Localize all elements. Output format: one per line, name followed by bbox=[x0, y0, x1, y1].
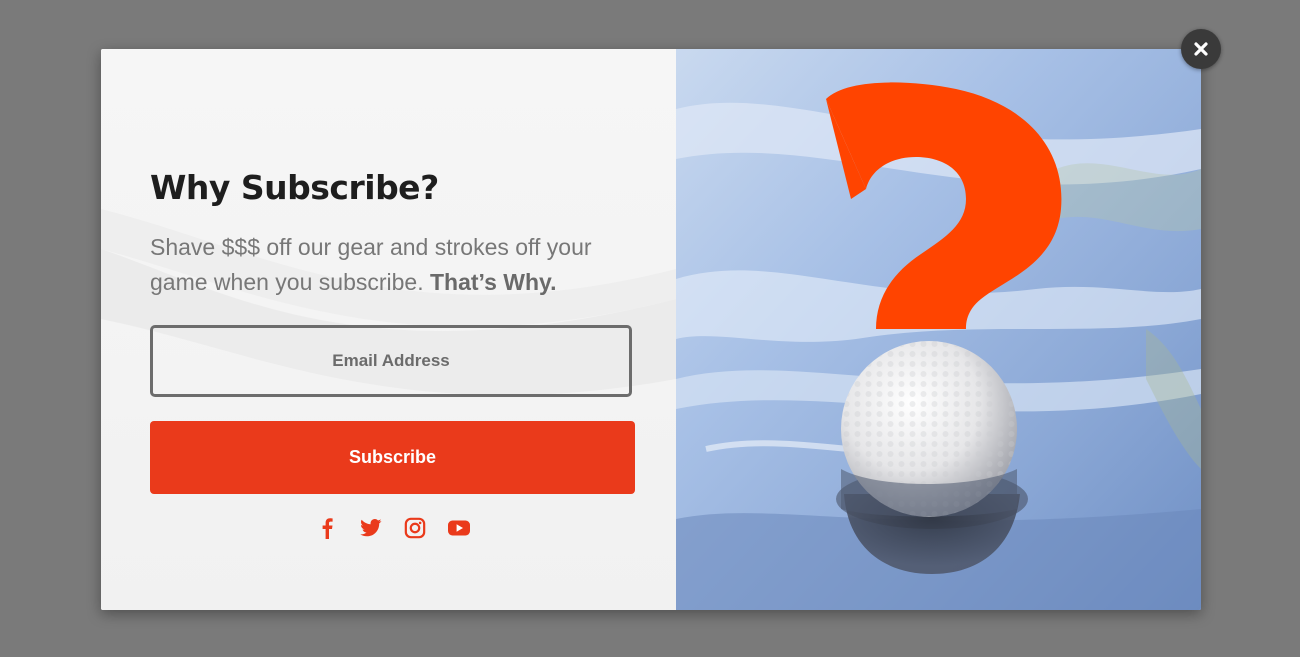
social-links bbox=[150, 516, 635, 540]
subscribe-popup: Why Subscribe? Shave $$$ off our gear an… bbox=[101, 49, 1201, 610]
youtube-icon bbox=[447, 520, 470, 536]
description-emphasis: That’s Why. bbox=[430, 269, 557, 295]
form-content: Why Subscribe? Shave $$$ off our gear an… bbox=[150, 168, 640, 540]
facebook-icon bbox=[322, 518, 333, 539]
youtube-link[interactable] bbox=[447, 516, 471, 540]
twitter-link[interactable] bbox=[359, 516, 383, 540]
instagram-icon bbox=[404, 517, 425, 539]
popup-form-panel: Why Subscribe? Shave $$$ off our gear an… bbox=[101, 49, 676, 610]
close-button[interactable] bbox=[1181, 29, 1221, 69]
facebook-link[interactable] bbox=[315, 516, 339, 540]
golf-ball-photo bbox=[676, 49, 1201, 610]
popup-image-panel bbox=[676, 49, 1201, 610]
popup-description: Shave $$$ off our gear and strokes off y… bbox=[150, 230, 630, 300]
twitter-icon bbox=[359, 519, 381, 537]
email-field[interactable] bbox=[150, 325, 632, 397]
subscribe-button[interactable]: Subscribe bbox=[150, 421, 635, 494]
close-icon bbox=[1194, 42, 1208, 56]
popup-title: Why Subscribe? bbox=[150, 168, 439, 207]
instagram-link[interactable] bbox=[403, 516, 427, 540]
